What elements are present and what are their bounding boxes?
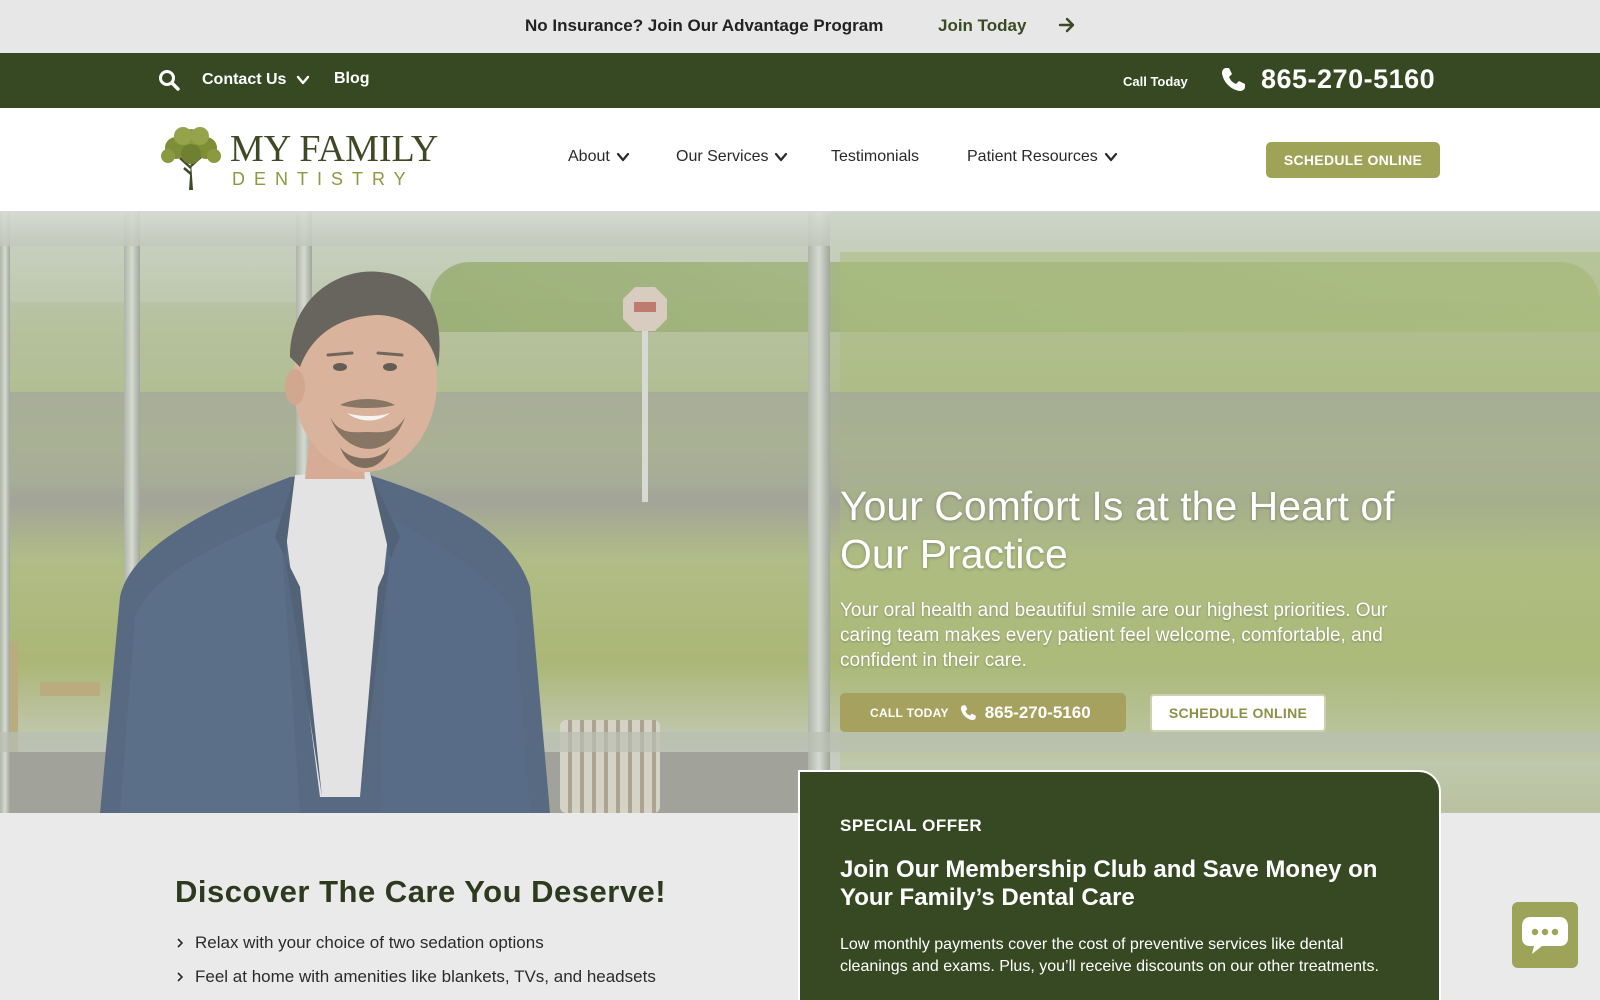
search-icon[interactable] bbox=[158, 69, 180, 91]
nav-patient-resources[interactable]: Patient Resources bbox=[967, 148, 1118, 166]
list-item: Feel at home with amenities like blanket… bbox=[175, 967, 656, 987]
logo-title: MY FAMILY bbox=[230, 128, 439, 170]
nav-testimonials-label: Testimonials bbox=[831, 148, 920, 165]
hero-section: Your Comfort Is at the Heart of Our Prac… bbox=[0, 212, 1600, 813]
discover-title: Discover The Care You Deserve! bbox=[175, 874, 667, 909]
nav-our-services[interactable]: Our Services bbox=[676, 148, 788, 166]
nav-about[interactable]: About bbox=[568, 148, 630, 166]
special-offer-body: Low monthly payments cover the cost of p… bbox=[840, 936, 1379, 976]
nav-testimonials[interactable]: Testimonials bbox=[831, 148, 919, 166]
chevron-right-icon bbox=[177, 938, 184, 948]
chevron-right-icon bbox=[177, 972, 184, 982]
list-item-text: Relax with your choice of two sedation o… bbox=[195, 933, 544, 952]
phone-icon[interactable] bbox=[1219, 66, 1247, 94]
chat-bubble-icon bbox=[1522, 917, 1568, 954]
call-today-label: CALL TODAY bbox=[870, 705, 949, 720]
call-today-label: Call Today bbox=[1123, 74, 1188, 89]
utility-bar: Contact Us Blog Call Today 865-270-5160 bbox=[0, 53, 1600, 108]
nav-resources-label: Patient Resources bbox=[967, 148, 1098, 165]
chevron-down-icon bbox=[616, 152, 629, 162]
nav-services-label: Our Services bbox=[676, 148, 769, 165]
special-offer-card: SPECIAL OFFER Join Our Membership Club a… bbox=[798, 770, 1441, 1000]
list-item-text: Feel at home with amenities like blanket… bbox=[195, 967, 656, 986]
logo-subtitle: DENTISTRY bbox=[232, 169, 415, 189]
hero-schedule-online-button[interactable]: SCHEDULE ONLINE bbox=[1150, 694, 1326, 732]
join-today-link[interactable]: Join Today bbox=[938, 16, 1026, 36]
chevron-down-icon[interactable] bbox=[296, 73, 310, 87]
call-today-number: 865-270-5160 bbox=[984, 702, 1091, 722]
hero-subtitle: Your oral health and beautiful smile are… bbox=[840, 600, 1388, 672]
nav-about-label: About bbox=[568, 148, 610, 165]
tree-logo-icon bbox=[161, 127, 221, 190]
phone-number-link[interactable]: 865-270-5160 bbox=[1261, 64, 1435, 95]
blog-link[interactable]: Blog bbox=[334, 70, 370, 88]
schedule-online-button[interactable]: SCHEDULE ONLINE bbox=[1266, 142, 1440, 178]
announcement-text: No Insurance? Join Our Advantage Program bbox=[525, 16, 884, 35]
contact-us-menu[interactable]: Contact Us bbox=[202, 71, 286, 89]
phone-icon bbox=[960, 704, 976, 720]
logo[interactable]: MY FAMILY DENTISTRY bbox=[158, 124, 438, 194]
chat-button[interactable] bbox=[1512, 902, 1578, 968]
announcement-bar: No Insurance? Join Our Advantage Program… bbox=[0, 0, 1600, 53]
chevron-down-icon bbox=[775, 152, 788, 162]
call-today-button[interactable]: CALL TODAY 865-270-5160 bbox=[840, 693, 1126, 732]
special-offer-title: Join Our Membership Club and Save Money … bbox=[840, 856, 1378, 911]
arrow-right-icon[interactable] bbox=[1057, 15, 1077, 35]
chevron-down-icon bbox=[1104, 152, 1117, 162]
hero-title: Your Comfort Is at the Heart of Our Prac… bbox=[840, 483, 1395, 578]
special-offer-label: SPECIAL OFFER bbox=[840, 816, 983, 835]
main-header: MY FAMILY DENTISTRY About Our Services T… bbox=[0, 108, 1600, 212]
list-item: Relax with your choice of two sedation o… bbox=[175, 933, 544, 953]
